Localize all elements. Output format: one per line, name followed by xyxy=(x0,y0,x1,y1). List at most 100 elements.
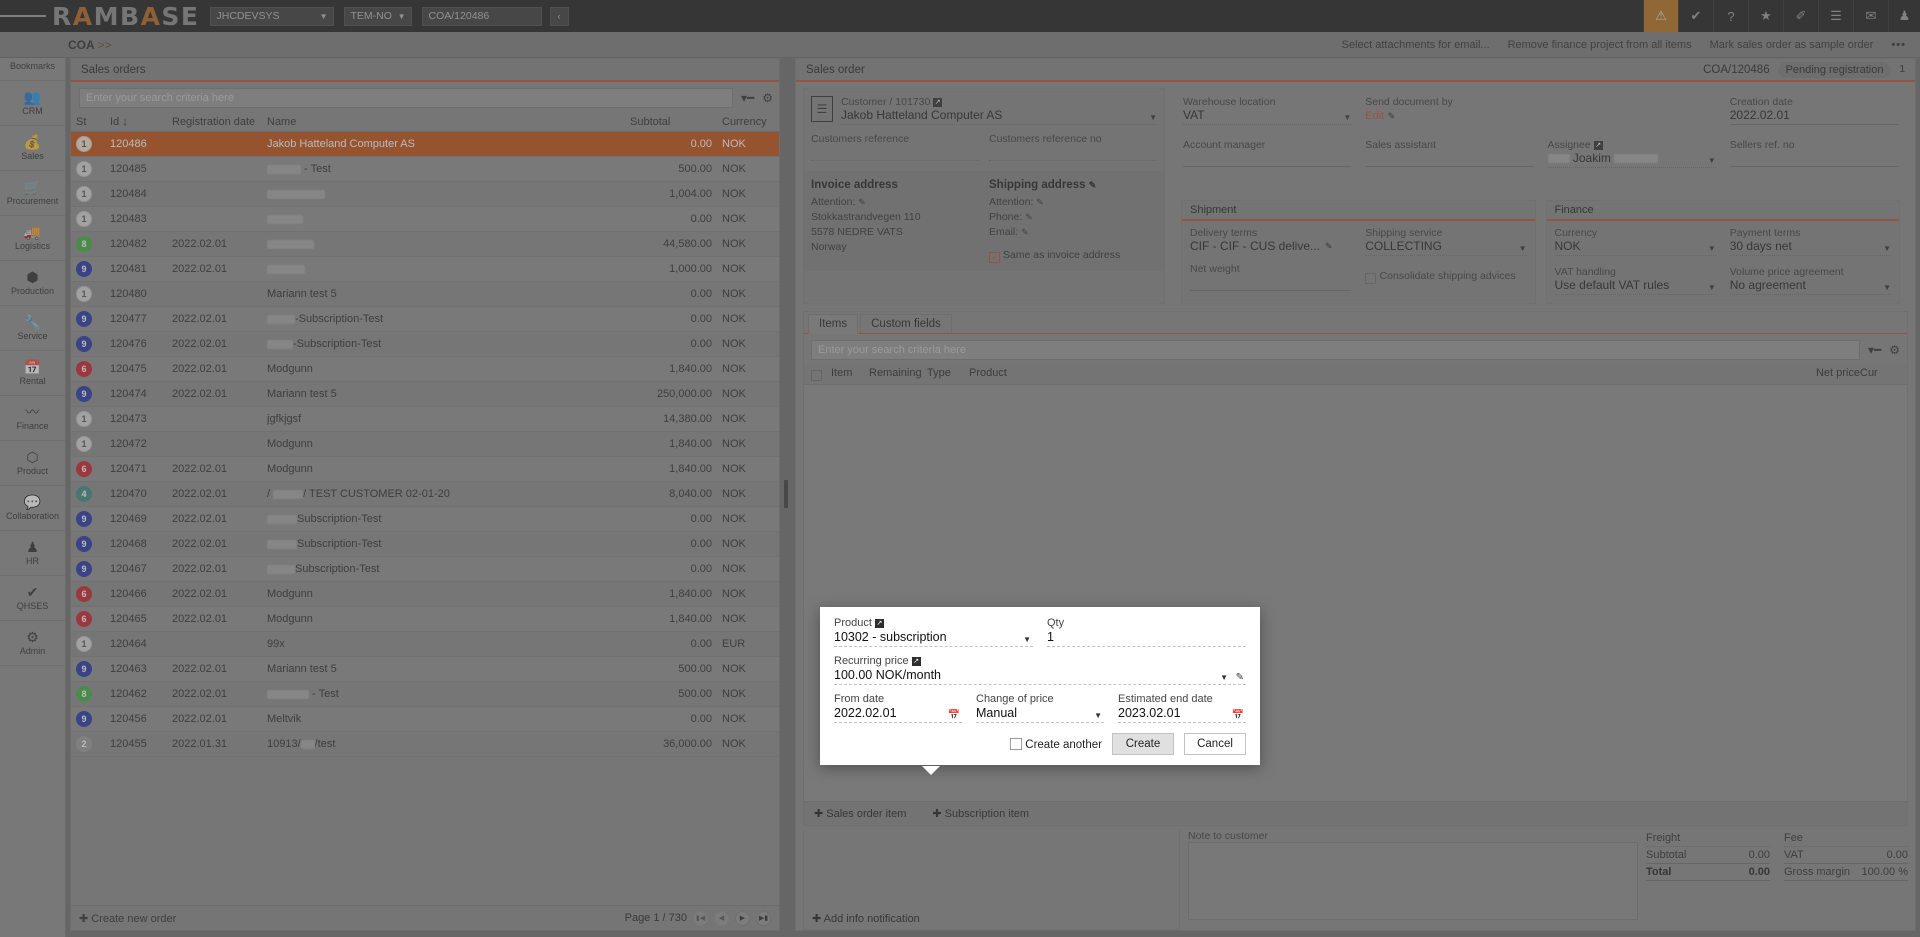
table-row[interactable]: 91204772022.02.01x-Subscription-Test0.00… xyxy=(71,307,779,332)
from-date-field[interactable]: From date 2022.02.01 📅 xyxy=(834,693,962,723)
col-cur[interactable]: Cur xyxy=(1860,367,1900,381)
same-as-invoice-checkbox[interactable]: ✓ Same as invoice address xyxy=(989,248,1157,263)
sellers-ref-no-field[interactable]: Sellers ref. no xyxy=(1730,139,1898,168)
filter-icon[interactable]: ▾━ xyxy=(1868,343,1881,357)
sidebar-item-service[interactable]: 🔧 Service xyxy=(0,306,65,351)
cancel-button[interactable]: Cancel xyxy=(1184,733,1246,755)
assignee-field[interactable]: Assignee ↗ x Joakim x ▼ xyxy=(1548,139,1716,168)
edit-pencil-icon[interactable]: ✎ xyxy=(858,197,866,207)
first-page-button[interactable]: ▮◀ xyxy=(693,911,708,926)
col-id[interactable]: Id ↓ xyxy=(105,113,167,132)
shipping-service-field[interactable]: Shipping service COLLECTING ▼ xyxy=(1365,227,1526,256)
sidebar-item-sales[interactable]: 💰 Sales xyxy=(0,126,65,171)
gear-icon[interactable]: ⚙ xyxy=(762,91,773,105)
estimated-end-date-input[interactable]: 2023.02.01 📅 xyxy=(1118,706,1246,723)
table-row[interactable]: 21204552022.01.3110913/x/test36,000.00NO… xyxy=(71,732,779,757)
table-row[interactable]: 1120472Modgunn1,840.00NOK xyxy=(71,432,779,457)
select-all-checkbox[interactable]: ✓ xyxy=(811,367,831,381)
table-row[interactable]: 91204632022.02.01Mariann test 5500.00NOK xyxy=(71,657,779,682)
estimated-end-date-field[interactable]: Estimated end date 2023.02.01 📅 xyxy=(1118,693,1246,723)
recurring-price-field[interactable]: Recurring price ↗ 100.00 NOK/month ▼ ✎ xyxy=(834,655,1246,685)
support-icon[interactable]: ✔ xyxy=(1678,0,1713,32)
breadcrumb[interactable]: COA >> xyxy=(68,38,112,52)
account-manager-field[interactable]: Account manager xyxy=(1183,139,1351,168)
menu-hamburger-icon[interactable] xyxy=(0,13,46,19)
gear-icon[interactable]: ⚙ xyxy=(1889,343,1900,357)
table-row[interactable]: 1120486Jakob Hatteland Computer AS0.00NO… xyxy=(71,132,779,157)
sidebar-item-production[interactable]: ⬢ Production xyxy=(0,261,65,306)
col-item[interactable]: Item xyxy=(831,367,869,381)
table-row[interactable]: 1120484x1,004.00NOK xyxy=(71,182,779,207)
sidebar-item-admin[interactable]: ⚙ Admin xyxy=(0,621,65,666)
table-row[interactable]: 91204762022.02.01x-Subscription-Test0.00… xyxy=(71,332,779,357)
table-row[interactable]: 91204682022.02.01xSubscription-Test0.00N… xyxy=(71,532,779,557)
recurring-price-select[interactable]: 100.00 NOK/month ▼ ✎ xyxy=(834,668,1246,685)
document-input[interactable]: COA/120486 xyxy=(422,7,542,26)
panel-resize-handle[interactable] xyxy=(784,480,788,508)
status-badge[interactable]: Pending registration xyxy=(1778,62,1892,78)
tasks-icon[interactable]: ☰ xyxy=(1818,0,1853,32)
items-search-input[interactable]: Enter your search criteria here xyxy=(811,340,1860,360)
customer-select[interactable]: Jakob Hatteland Computer AS ▼ xyxy=(841,108,1157,125)
table-row[interactable]: 1120483x0.00NOK xyxy=(71,207,779,232)
edit-pencil-icon[interactable]: ✎ xyxy=(1325,241,1333,252)
sidebar-item-hr[interactable]: ♟ HR xyxy=(0,531,65,576)
create-new-order-button[interactable]: ✚ Create new order xyxy=(79,912,176,925)
volume-price-agreement-field[interactable]: Volume price agreement No agreement ▼ xyxy=(1730,266,1891,295)
table-row[interactable]: 91204672022.02.01xSubscription-Test0.00N… xyxy=(71,557,779,582)
open-product-icon[interactable]: ↗ xyxy=(875,619,884,628)
sidebar-item-procurement[interactable]: 🛒 Procurement xyxy=(0,171,65,216)
open-recurring-price-icon[interactable]: ↗ xyxy=(912,657,921,666)
change-of-price-select[interactable]: Manual ▼ xyxy=(976,706,1104,723)
customers-reference-no-field[interactable]: Customers reference no xyxy=(989,133,1157,161)
tab-items[interactable]: Items xyxy=(808,314,858,334)
customers-reference-field[interactable]: Customers reference xyxy=(811,133,979,161)
col-currency[interactable]: Currency xyxy=(717,113,779,132)
table-row[interactable]: 61204752022.02.01Modgunn1,840.00NOK xyxy=(71,357,779,382)
sidebar-item-product[interactable]: ⬡ Product xyxy=(0,441,65,486)
create-button[interactable]: Create xyxy=(1112,733,1174,755)
edit-pencil-icon[interactable]: ✎ xyxy=(1236,672,1244,683)
sidebar-item-qhses[interactable]: ✔ QHSES xyxy=(0,576,65,621)
col-type[interactable]: Type xyxy=(927,367,969,381)
next-page-button[interactable]: ▶ xyxy=(735,911,750,926)
col-subtotal[interactable]: Subtotal xyxy=(625,113,717,132)
attachment-icon[interactable]: ✐ xyxy=(1783,0,1818,32)
company-select[interactable]: TEM-NO ▼ xyxy=(344,7,412,26)
from-date-input[interactable]: 2022.02.01 📅 xyxy=(834,706,962,723)
payment-terms-field[interactable]: Payment terms 30 days net ▼ xyxy=(1730,227,1891,256)
consolidate-shipping-advices-checkbox[interactable]: ✓ Consolidate shipping advices xyxy=(1365,268,1526,284)
table-row[interactable]: 61204662022.02.01Modgunn1,840.00NOK xyxy=(71,582,779,607)
calendar-icon[interactable]: 📅 xyxy=(948,710,960,721)
sidebar-item-logistics[interactable]: 🚚 Logistics xyxy=(0,216,65,261)
edit-pencil-icon[interactable]: ✎ xyxy=(1388,111,1396,121)
col-net-price[interactable]: Net price xyxy=(1802,367,1860,381)
sidebar-item-finance[interactable]: 〰 Finance xyxy=(0,396,65,441)
add-sales-order-item-button[interactable]: ✚ Sales order item xyxy=(814,807,906,820)
system-select[interactable]: JHCDEVSYS ▼ xyxy=(210,7,334,26)
edit-pencil-icon[interactable]: ✎ xyxy=(1036,197,1044,207)
col-product[interactable]: Product xyxy=(969,367,1802,381)
col-name[interactable]: Name xyxy=(262,113,625,132)
table-row[interactable]: 91204812022.02.01x1,000.00NOK xyxy=(71,257,779,282)
col-status[interactable]: St xyxy=(71,113,105,132)
add-subscription-item-button[interactable]: ✚ Subscription item xyxy=(932,807,1029,820)
tab-custom-fields[interactable]: Custom fields xyxy=(860,314,952,333)
action-remove-finance-project[interactable]: Remove finance project from all items xyxy=(1508,39,1692,51)
create-another-checkbox[interactable]: Create another xyxy=(1010,738,1102,751)
table-row[interactable]: 61204652022.02.01Modgunn1,840.00NOK xyxy=(71,607,779,632)
table-row[interactable]: 1120473jgfkjgsf14,380.00NOK xyxy=(71,407,779,432)
sidebar-item-collaboration[interactable]: 💬 Collaboration xyxy=(0,486,65,531)
send-document-by-field[interactable]: Send document by Edit ✎ xyxy=(1365,96,1533,125)
mail-icon[interactable]: ✉ xyxy=(1853,0,1888,32)
nav-back-button[interactable]: ‹ xyxy=(550,7,569,26)
edit-pencil-icon[interactable]: ✎ xyxy=(1021,227,1029,237)
sales-assistant-field[interactable]: Sales assistant xyxy=(1365,139,1533,168)
more-actions-icon[interactable]: ••• xyxy=(1891,39,1906,51)
warehouse-location-field[interactable]: Warehouse location VAT ▼ xyxy=(1183,96,1351,125)
search-input[interactable]: Enter your search criteria here xyxy=(79,88,733,108)
delivery-terms-field[interactable]: Delivery terms CIF - CIF - CUS delive...… xyxy=(1190,227,1351,253)
edit-pencil-icon[interactable]: ✎ xyxy=(1025,212,1033,222)
col-remaining[interactable]: Remaining xyxy=(869,367,927,381)
col-registration-date[interactable]: Registration date xyxy=(167,113,262,132)
